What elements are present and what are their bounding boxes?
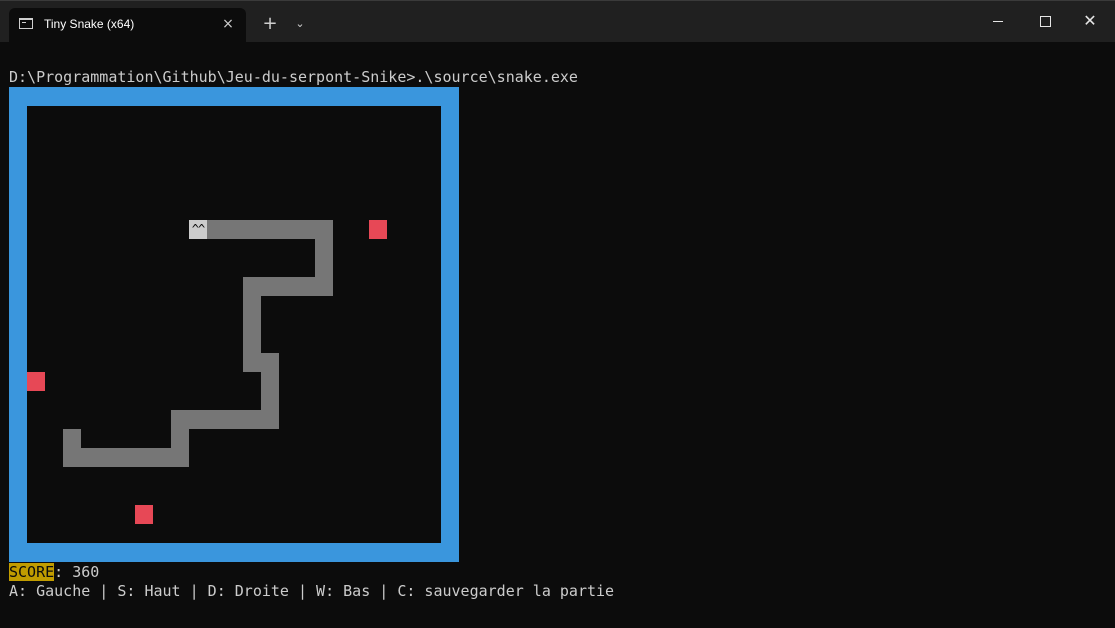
snake-segment (63, 429, 81, 467)
game-board-wall: ^^ (9, 87, 459, 562)
score-label: SCORE (9, 563, 55, 581)
score-separator: : (54, 563, 73, 581)
close-icon[interactable]: ✕ (1078, 10, 1102, 32)
food-item (369, 220, 387, 239)
minimize-button[interactable] (986, 10, 1010, 32)
minimize-icon (993, 21, 1003, 22)
controls-help: A: Gauche | S: Haut | D: Droite | W: Bas… (9, 582, 615, 600)
score-line: SCORE: 360 (9, 563, 99, 581)
chevron-down-icon[interactable]: ⌄ (290, 14, 310, 34)
snake-segment (63, 448, 189, 467)
maximize-icon (1040, 16, 1051, 27)
terminal-window: Tiny Snake (x64) × + ⌄ ✕ D:\Programmatio… (0, 0, 1115, 628)
title-bar-top-border (0, 0, 1115, 1)
title-bar: Tiny Snake (x64) × + ⌄ ✕ (0, 0, 1115, 42)
food-item (135, 505, 153, 524)
new-tab-icon[interactable]: + (260, 14, 280, 34)
terminal-tab[interactable]: Tiny Snake (x64) × (9, 8, 246, 42)
game-board: ^^ (27, 106, 441, 543)
score-value: 360 (72, 563, 100, 581)
command-prompt: D:\Programmation\Github\Jeu-du-serpont-S… (9, 68, 578, 86)
terminal-icon (19, 18, 33, 29)
snake-head: ^^ (189, 220, 207, 239)
tab-close-icon[interactable]: × (219, 15, 237, 33)
maximize-button[interactable] (1033, 10, 1057, 32)
food-item (27, 372, 45, 391)
tab-title: Tiny Snake (x64) (44, 17, 135, 31)
